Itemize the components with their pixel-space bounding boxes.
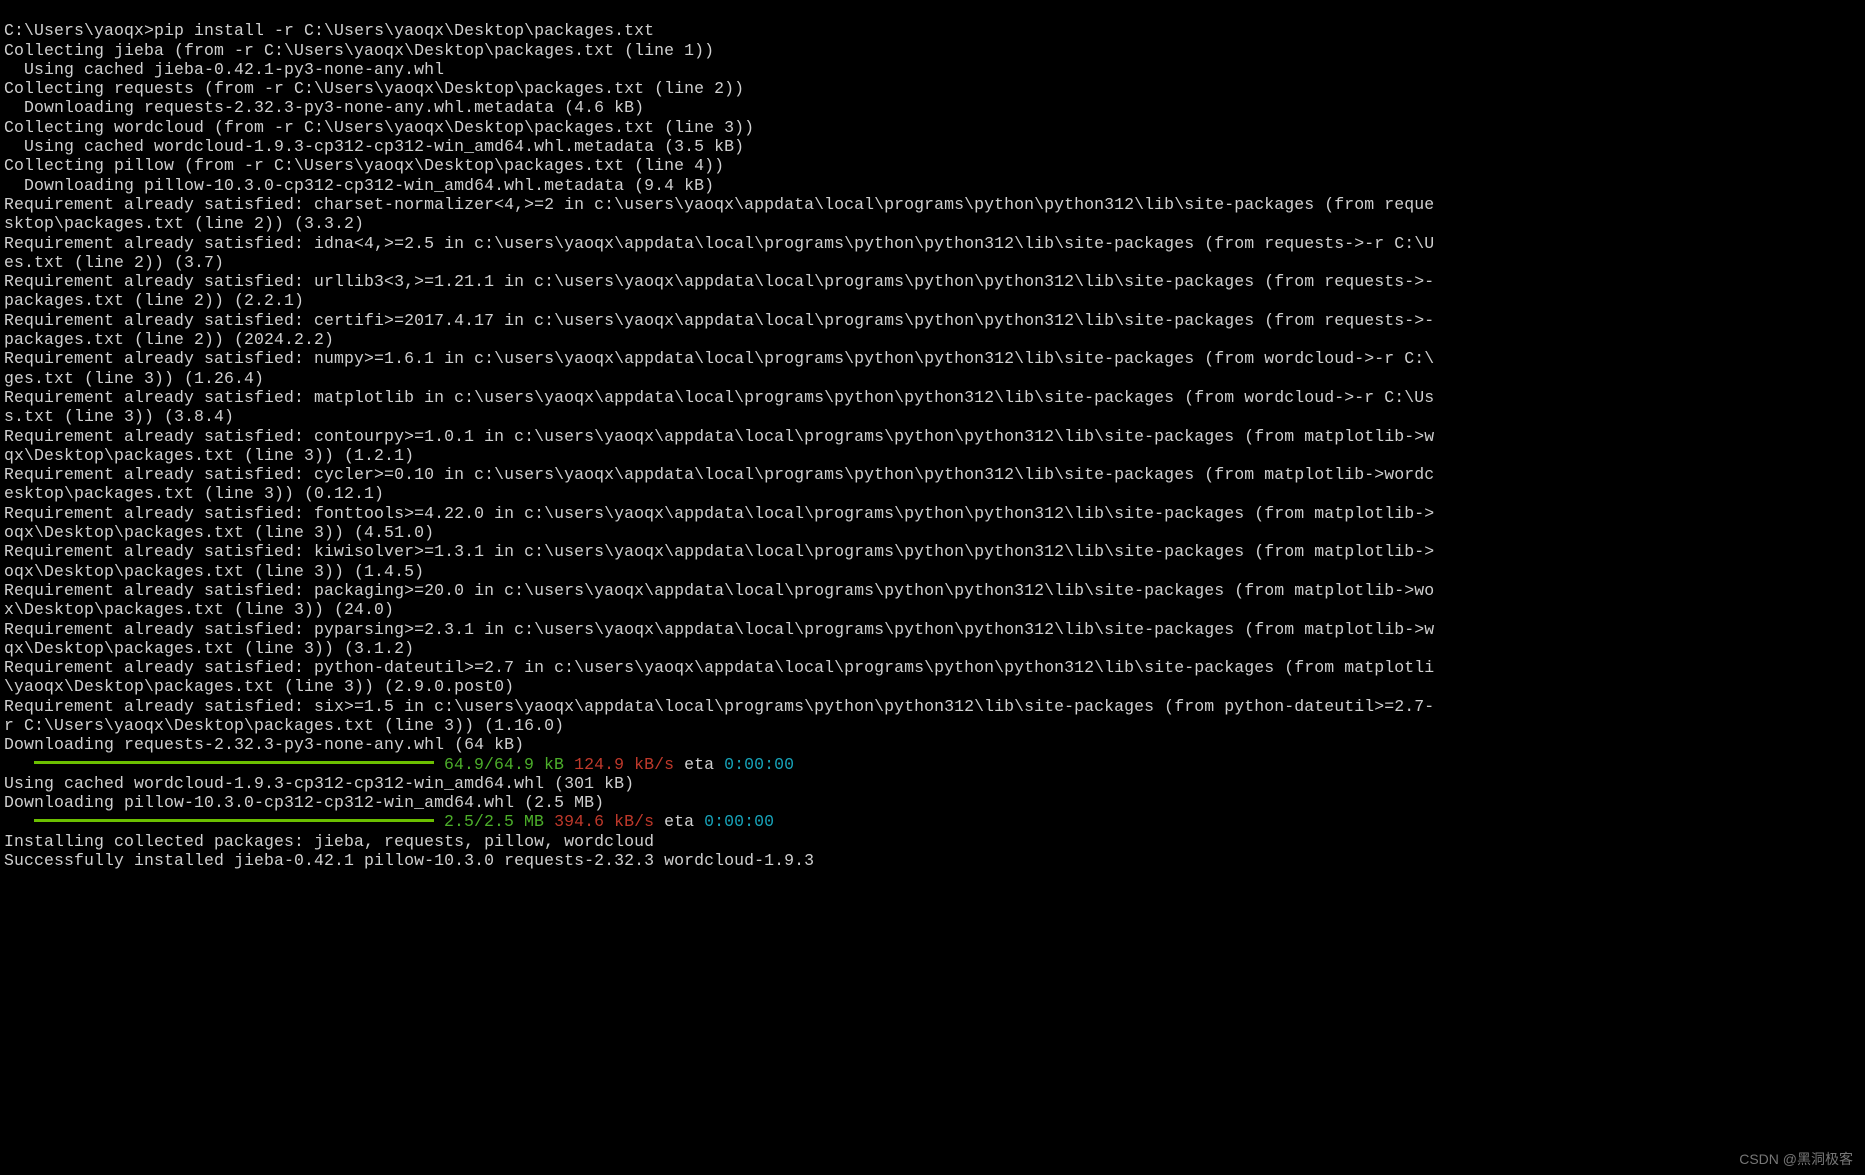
output-line: qx\Desktop\packages.txt (line 3)) (1.2.1… [4,446,1861,465]
progress-bar-2 [34,819,434,822]
progress-bar-1 [34,761,434,764]
progress-line-2: 2.5/2.5 MB 394.6 kB/s eta 0:00:00 [4,812,1861,831]
output-line: esktop\packages.txt (line 3)) (0.12.1) [4,484,1861,503]
progress-speed-1: 124.9 kB/s [574,755,674,774]
output-line: es.txt (line 2)) (3.7) [4,253,1861,272]
output-line: Requirement already satisfied: python-da… [4,658,1861,677]
output-line: Downloading requests-2.32.3-py3-none-any… [4,735,1861,754]
output-line: Requirement already satisfied: charset-n… [4,195,1861,214]
output-line: ges.txt (line 3)) (1.26.4) [4,369,1861,388]
output-line: s.txt (line 3)) (3.8.4) [4,407,1861,426]
output-line: Using cached wordcloud-1.9.3-cp312-cp312… [4,774,1861,793]
output-line: Requirement already satisfied: fonttools… [4,504,1861,523]
output-line: Collecting requests (from -r C:\Users\ya… [4,79,1861,98]
output-line: Requirement already satisfied: urllib3<3… [4,272,1861,291]
output-line: oqx\Desktop\packages.txt (line 3)) (1.4.… [4,562,1861,581]
output-line: Successfully installed jieba-0.42.1 pill… [4,851,1861,870]
output-line: Requirement already satisfied: six>=1.5 … [4,697,1861,716]
output-line: Downloading pillow-10.3.0-cp312-cp312-wi… [4,176,1861,195]
output-line: Collecting jieba (from -r C:\Users\yaoqx… [4,41,1861,60]
output-line: packages.txt (line 2)) (2024.2.2) [4,330,1861,349]
eta-label-1: eta [674,755,724,774]
output-line: Downloading pillow-10.3.0-cp312-cp312-wi… [4,793,1861,812]
output-line: Requirement already satisfied: cycler>=0… [4,465,1861,484]
output-line: sktop\packages.txt (line 2)) (3.3.2) [4,214,1861,233]
output-line: Requirement already satisfied: pyparsing… [4,620,1861,639]
output-line: Requirement already satisfied: packaging… [4,581,1861,600]
output-line: Requirement already satisfied: numpy>=1.… [4,349,1861,368]
output-line: r C:\Users\yaoqx\Desktop\packages.txt (l… [4,716,1861,735]
output-line: Collecting pillow (from -r C:\Users\yaoq… [4,156,1861,175]
progress-speed-2: 394.6 kB/s [554,812,654,831]
progress-size-1: 64.9/64.9 kB [444,755,564,774]
output-line: \yaoqx\Desktop\packages.txt (line 3)) (2… [4,677,1861,696]
output-line: Using cached wordcloud-1.9.3-cp312-cp312… [4,137,1861,156]
output-line: qx\Desktop\packages.txt (line 3)) (3.1.2… [4,639,1861,658]
output-line: Requirement already satisfied: certifi>=… [4,311,1861,330]
output-line: Installing collected packages: jieba, re… [4,832,1861,851]
watermark: CSDN @黑洞极客 [1739,1149,1853,1169]
output-line: Collecting wordcloud (from -r C:\Users\y… [4,118,1861,137]
terminal-output[interactable]: C:\Users\yaoqx>pip install -r C:\Users\y… [0,0,1865,872]
command-line: C:\Users\yaoqx>pip install -r C:\Users\y… [4,21,1861,40]
progress-eta-1: 0:00:00 [724,755,794,774]
progress-eta-2: 0:00:00 [704,812,774,831]
output-line: Requirement already satisfied: contourpy… [4,427,1861,446]
output-line: Downloading requests-2.32.3-py3-none-any… [4,98,1861,117]
progress-line-1: 64.9/64.9 kB 124.9 kB/s eta 0:00:00 [4,755,1861,774]
shell-prompt: C:\Users\yaoqx> [4,21,154,40]
output-line: oqx\Desktop\packages.txt (line 3)) (4.51… [4,523,1861,542]
output-line: Requirement already satisfied: matplotli… [4,388,1861,407]
eta-label-2: eta [654,812,704,831]
typed-command: pip install -r C:\Users\yaoqx\Desktop\pa… [154,21,654,40]
output-line: x\Desktop\packages.txt (line 3)) (24.0) [4,600,1861,619]
output-line: packages.txt (line 2)) (2.2.1) [4,291,1861,310]
output-line: Requirement already satisfied: kiwisolve… [4,542,1861,561]
progress-size-2: 2.5/2.5 MB [444,812,544,831]
output-line: Using cached jieba-0.42.1-py3-none-any.w… [4,60,1861,79]
output-line: Requirement already satisfied: idna<4,>=… [4,234,1861,253]
